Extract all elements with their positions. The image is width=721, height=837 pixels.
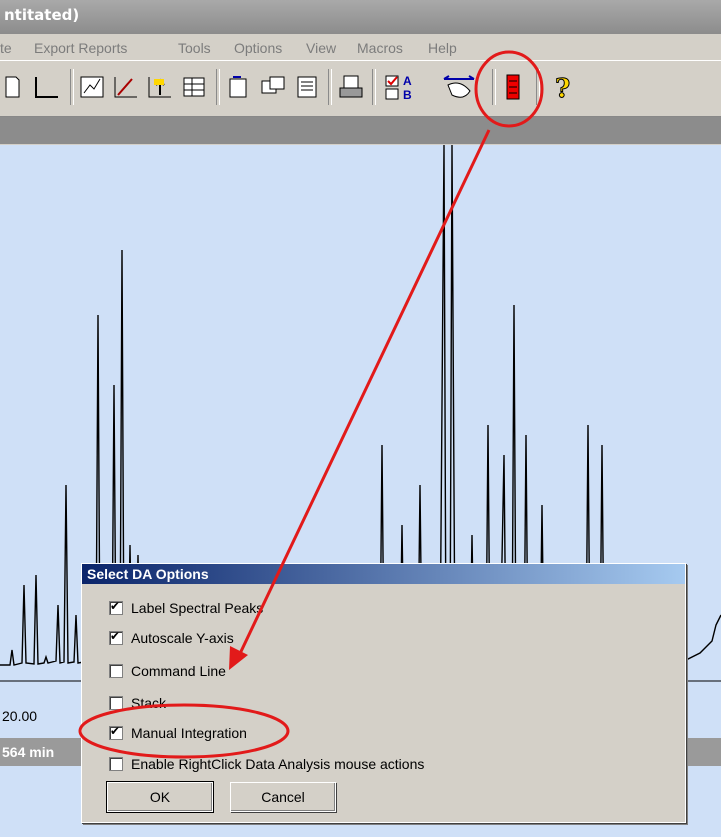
transfer-icon[interactable] — [258, 71, 288, 103]
menu-help[interactable]: Help — [428, 40, 457, 56]
menu-view[interactable]: View — [306, 40, 336, 56]
window-title-bar: ntitated) — [0, 0, 721, 34]
print-report-icon[interactable] — [336, 71, 366, 103]
option-label: Command Line — [131, 663, 226, 679]
window-title: ntitated) — [4, 6, 80, 24]
menu-export-reports[interactable]: Export Reports — [34, 40, 127, 56]
copy-icon[interactable] — [224, 71, 254, 103]
dialog-title-bar: Select DA Options — [82, 564, 685, 584]
table-icon[interactable] — [180, 71, 210, 103]
panel-title-bar — [0, 117, 721, 144]
svg-text:?: ? — [555, 74, 570, 103]
cancel-button[interactable]: Cancel — [230, 782, 336, 812]
toolbar-separator — [492, 69, 496, 105]
checkbox[interactable] — [109, 696, 123, 710]
option-autoscale-y-axis[interactable]: Autoscale Y-axis — [109, 629, 234, 647]
checkbox[interactable] — [109, 724, 123, 740]
option-label: Label Spectral Peaks — [131, 600, 264, 616]
option-stack[interactable]: Stack — [109, 694, 166, 712]
toolbar-separator — [536, 69, 540, 105]
checkbox[interactable] — [109, 664, 123, 678]
svg-text:B: B — [403, 88, 412, 102]
menu-tools[interactable]: Tools — [178, 40, 211, 56]
document-icon[interactable] — [2, 71, 32, 103]
status-text: 564 min — [2, 744, 55, 760]
option-label: Enable RightClick Data Analysis mouse ac… — [131, 756, 425, 772]
select-da-options-dialog: Select DA Options Label Spectral Peaks A… — [81, 563, 686, 823]
option-enable-rightclick[interactable]: Enable RightClick Data Analysis mouse ac… — [109, 755, 424, 773]
toolbar: A B ? — [0, 60, 721, 117]
menu-item-partial[interactable]: te — [0, 40, 12, 56]
select-da-options-icon[interactable]: A B — [383, 71, 433, 103]
toolbar-separator — [372, 69, 376, 105]
dialog-title: Select DA Options — [87, 566, 209, 582]
toolbar-separator — [216, 69, 220, 105]
ok-button[interactable]: OK — [106, 781, 214, 813]
svg-text:A: A — [403, 74, 412, 88]
option-label: Stack — [131, 695, 167, 711]
toolbar-separator — [70, 69, 74, 105]
help-icon[interactable]: ? — [548, 71, 578, 104]
time-axis-label: 20.00 — [2, 708, 38, 724]
red-marker-icon[interactable] — [498, 71, 528, 103]
chart-edit-icon[interactable] — [112, 71, 142, 103]
option-label-spectral-peaks[interactable]: Label Spectral Peaks — [109, 599, 263, 617]
checkbox[interactable] — [109, 629, 123, 645]
option-manual-integration[interactable]: Manual Integration — [109, 724, 247, 742]
option-label: Autoscale Y-axis — [131, 630, 234, 646]
menu-macros[interactable]: Macros — [357, 40, 403, 56]
menu-options[interactable]: Options — [234, 40, 282, 56]
toolbar-separator — [328, 69, 332, 105]
option-label: Manual Integration — [131, 725, 247, 741]
menu-bar: te Export Reports Tools Options View Mac… — [0, 34, 721, 60]
mouse-hand-icon[interactable] — [440, 71, 484, 103]
checkbox[interactable] — [109, 599, 123, 615]
chart-select-icon[interactable] — [78, 71, 108, 103]
report-icon[interactable] — [292, 71, 322, 103]
checkbox[interactable] — [109, 757, 123, 771]
chart-up-icon[interactable] — [146, 71, 176, 103]
blank-frame-icon[interactable] — [32, 71, 62, 103]
option-command-line[interactable]: Command Line — [109, 662, 226, 680]
